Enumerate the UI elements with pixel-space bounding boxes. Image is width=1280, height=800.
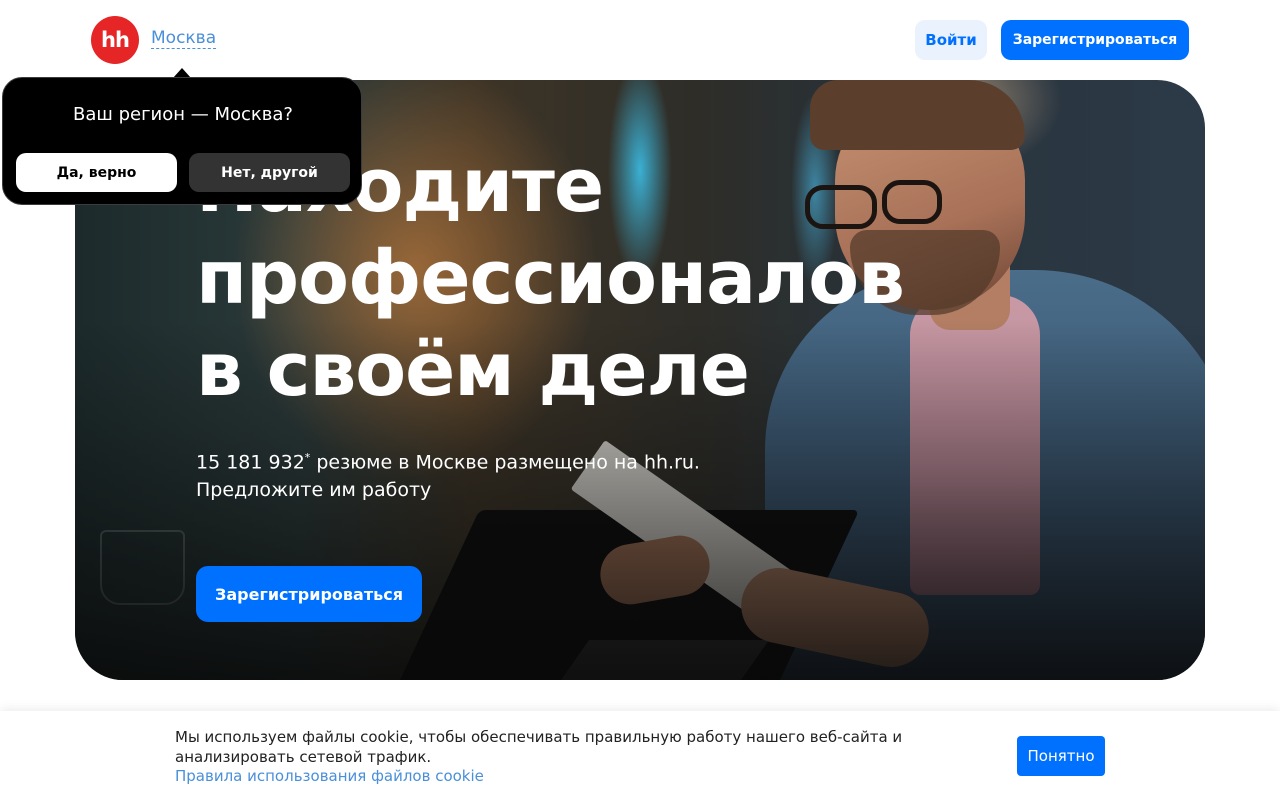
hero-subtitle-line-2: Предложите им работу <box>196 479 432 502</box>
city-selector-link[interactable]: Москва <box>151 29 217 49</box>
register-button-header[interactable]: Зарегистрироваться <box>1001 20 1189 60</box>
cookie-policy-link[interactable]: Правила использования файлов cookie <box>175 767 484 785</box>
cookie-accept-button[interactable]: Понятно <box>1017 736 1105 776</box>
hero-subtitle: 15 181 932* резюме в Москве размещено на… <box>196 444 796 504</box>
region-no-button[interactable]: Нет, другой <box>189 153 350 192</box>
cookie-notice-text: Мы используем файлы cookie, чтобы обеспе… <box>175 728 903 766</box>
register-button-hero[interactable]: Зарегистрироваться <box>196 566 422 622</box>
hero-title-line-3: в своём деле <box>196 327 750 413</box>
resume-count: 15 181 932 <box>196 451 305 474</box>
login-button[interactable]: Войти <box>915 20 987 60</box>
hero-subtitle-text: резюме в Москве размещено на hh.ru. <box>310 451 700 474</box>
cookie-banner: Мы используем файлы cookie, чтобы обеспе… <box>0 711 1280 800</box>
site-header: hh Москва Войти Зарегистрироваться <box>0 0 1280 80</box>
hh-logo[interactable]: hh <box>91 16 139 64</box>
region-yes-button[interactable]: Да, верно <box>16 153 177 192</box>
region-question: Ваш регион — Москва? <box>73 104 293 125</box>
region-confirm-popup: Ваш регион — Москва? Да, верно Нет, друг… <box>2 77 362 205</box>
hero-title-line-2: профессионалов <box>196 235 905 321</box>
